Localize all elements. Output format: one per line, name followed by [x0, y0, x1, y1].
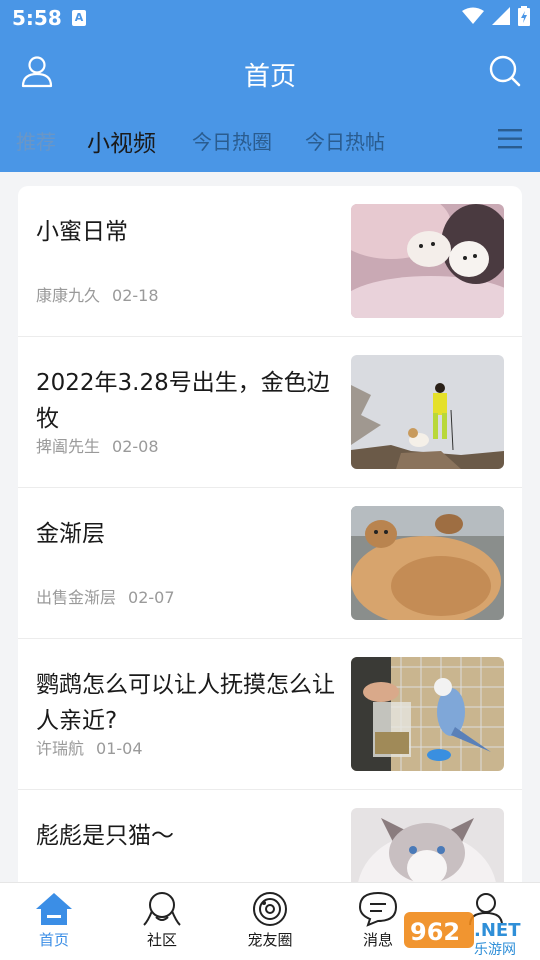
post-date: 01-04: [96, 739, 143, 758]
message-icon: [358, 891, 398, 927]
home-icon: [36, 893, 72, 925]
post-feed: 小蜜日常 康康九久 02-18 2022年3.28号出生，金色边牧 捭阖先生 02-…: [18, 186, 522, 882]
post-date: 02-18: [112, 286, 159, 305]
signal-icon: [492, 7, 510, 25]
site-watermark-logo: 962 .NET 乐游网: [404, 912, 521, 958]
app-bar: 首页: [0, 36, 540, 108]
post-title: 鹦鹉怎么可以让人抚摸怎么让人亲近?: [36, 672, 335, 734]
post-meta: 康康九久 02-18: [36, 282, 159, 306]
post-author: 许瑞航: [36, 739, 85, 758]
page-title: 首页: [243, 62, 296, 92]
ragdoll-cat-thumbnail[interactable]: [351, 808, 504, 882]
nav-home[interactable]: 首页: [14, 891, 94, 950]
post-author: 康康九久: [36, 286, 101, 305]
notification-icon: A: [72, 10, 86, 26]
post-date: 02-07: [128, 588, 175, 607]
post-title: 小蜜日常: [36, 219, 128, 245]
status-bar: 5:58 A: [0, 0, 540, 36]
watermark-top: 962: [410, 918, 460, 946]
system-icons: [462, 6, 530, 26]
post-item[interactable]: 彪彪是只猫～: [18, 790, 522, 882]
nav-label: 社区: [146, 931, 177, 949]
post-item[interactable]: 2022年3.28号出生，金色边牧 捭阖先生 02-08: [18, 337, 522, 488]
nav-community[interactable]: 社区: [122, 891, 202, 950]
search-icon[interactable]: [488, 54, 522, 88]
post-item[interactable]: 小蜜日常 康康九久 02-18: [18, 186, 522, 337]
wifi-icon: [462, 7, 484, 24]
post-item[interactable]: 鹦鹉怎么可以让人抚摸怎么让人亲近? 许瑞航 01-04: [18, 639, 522, 790]
post-title: 彪彪是只猫～: [36, 823, 174, 849]
post-item[interactable]: 金渐层 出售金渐层 02-07: [18, 488, 522, 639]
category-tabs: 推荐 小视频 今日热圈 今日热帖: [0, 108, 540, 172]
cat-thumbnail[interactable]: [351, 506, 504, 620]
nav-pet-circle[interactable]: 宠友圈: [230, 891, 310, 950]
post-meta: 出售金渐层 02-07: [36, 584, 175, 608]
tab-short-video[interactable]: 小视频: [87, 124, 156, 158]
puppy-thumbnail[interactable]: [351, 204, 504, 318]
post-author: 出售金渐层: [36, 588, 117, 607]
tab-hot-circle[interactable]: 今日热圈: [192, 126, 272, 155]
parrot-thumbnail[interactable]: [351, 657, 504, 771]
pet-circle-icon: [253, 892, 287, 926]
battery-icon: [518, 6, 530, 26]
post-meta: 捭阖先生 02-08: [36, 433, 159, 457]
hiker-dog-thumbnail[interactable]: [351, 355, 504, 469]
status-time: 5:58: [12, 6, 62, 30]
nav-label: 宠友圈: [247, 931, 293, 949]
menu-icon[interactable]: [498, 128, 522, 150]
post-date: 02-08: [112, 437, 159, 456]
tab-hot-posts[interactable]: 今日热帖: [305, 126, 385, 155]
nav-label: 首页: [38, 931, 69, 949]
community-icon: [143, 892, 181, 926]
post-title: 金渐层: [36, 521, 105, 547]
watermark-sub: 乐游网: [474, 942, 516, 958]
watermark-bottom: .NET: [474, 920, 521, 941]
post-title: 2022年3.28号出生，金色边牧: [36, 370, 330, 432]
post-author: 捭阖先生: [36, 437, 101, 456]
tab-recommend[interactable]: 推荐: [16, 126, 56, 155]
post-meta: 许瑞航 01-04: [36, 735, 143, 759]
